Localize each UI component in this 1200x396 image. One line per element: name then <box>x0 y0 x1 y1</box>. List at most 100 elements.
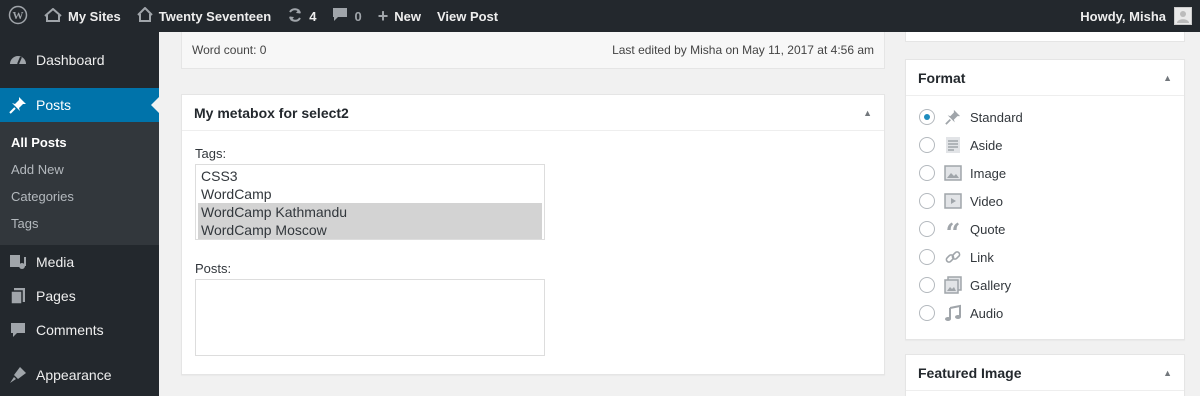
sidebar-item-label: Comments <box>36 322 104 338</box>
appearance-icon <box>0 366 36 384</box>
audio-icon <box>943 303 963 323</box>
format-option-label: Quote <box>970 221 1006 237</box>
featured-image-header[interactable]: Featured Image ▲ <box>906 355 1184 391</box>
collapse-arrow-icon[interactable]: ▲ <box>1163 368 1172 378</box>
howdy-label: Howdy, Misha <box>1080 8 1166 24</box>
svg-text:W: W <box>13 10 24 22</box>
featured-image-metabox: Featured Image ▲ <box>905 354 1185 396</box>
account-menu[interactable]: Howdy, Misha <box>1080 0 1200 32</box>
publish-box-bottom <box>905 32 1185 42</box>
format-header[interactable]: Format ▲ <box>906 60 1184 96</box>
radio-button[interactable] <box>919 193 935 209</box>
tag-option[interactable]: CSS3 <box>198 167 542 185</box>
select2-metabox: My metabox for select2 ▲ Tags: CSS3 Word… <box>181 94 885 375</box>
video-icon <box>943 191 963 211</box>
submenu-categories[interactable]: Categories <box>11 189 74 204</box>
format-option-label: Standard <box>970 109 1023 125</box>
admin-bar: W My Sites Twenty Seventeen 4 0 + New Vi… <box>0 0 1200 32</box>
radio-button[interactable] <box>919 249 935 265</box>
format-option-audio[interactable]: Audio <box>919 302 1003 324</box>
comments-count: 0 <box>354 8 362 24</box>
format-option-label: Link <box>970 249 994 265</box>
sidebar-item-label: Pages <box>36 288 76 304</box>
sidebar-item-appearance[interactable]: Appearance <box>0 358 159 392</box>
updates-button[interactable]: 4 <box>279 0 324 32</box>
format-option-image[interactable]: Image <box>919 162 1006 184</box>
comment-bubble-icon <box>332 7 348 25</box>
quote-icon: “ <box>945 218 961 249</box>
format-option-standard[interactable]: Standard <box>919 106 1023 128</box>
featured-image-title: Featured Image <box>918 364 1022 381</box>
site-name-menu[interactable]: Twenty Seventeen <box>129 0 279 32</box>
aside-icon <box>943 135 963 155</box>
updates-count: 4 <box>309 8 317 24</box>
radio-button[interactable] <box>919 305 935 321</box>
sidebar-item-label: Appearance <box>36 367 112 383</box>
updates-icon <box>287 7 303 26</box>
format-metabox: Format ▲ Standard Aside Image Video “ Qu… <box>905 59 1185 340</box>
new-content-button[interactable]: + New <box>370 0 429 32</box>
pages-icon <box>0 287 36 305</box>
sidebar-item-dashboard[interactable]: Dashboard <box>0 43 159 77</box>
gallery-icon <box>943 275 963 295</box>
view-post-link[interactable]: View Post <box>429 0 506 32</box>
format-option-aside[interactable]: Aside <box>919 134 1003 156</box>
radio-button[interactable] <box>919 221 935 237</box>
format-option-label: Video <box>970 193 1004 209</box>
pushpin-icon <box>0 96 36 114</box>
dashboard-icon <box>0 51 36 69</box>
radio-button[interactable] <box>919 137 935 153</box>
format-option-label: Gallery <box>970 277 1012 293</box>
submenu-all-posts[interactable]: All Posts <box>11 135 67 150</box>
posts-multiselect[interactable] <box>195 279 545 356</box>
tag-option-selected[interactable]: WordCamp Moscow <box>198 221 542 239</box>
link-icon <box>943 247 963 267</box>
format-option-label: Image <box>970 165 1007 181</box>
sidebar-item-posts[interactable]: Posts <box>0 88 159 122</box>
admin-sidebar: Dashboard Posts All Posts Add New Catego… <box>0 32 159 396</box>
new-label: New <box>394 8 421 24</box>
posts-label: Posts: <box>195 261 232 276</box>
tag-option-selected[interactable]: WordCamp Kathmandu <box>198 203 542 221</box>
tag-option[interactable]: WordCamp <box>198 185 542 203</box>
metabox-header[interactable]: My metabox for select2 ▲ <box>182 95 884 131</box>
format-option-gallery[interactable]: Gallery <box>919 274 1011 296</box>
sidebar-item-label: Dashboard <box>36 52 105 68</box>
site-name-label: Twenty Seventeen <box>158 8 272 24</box>
my-sites-menu[interactable]: My Sites <box>36 0 129 32</box>
tags-multiselect[interactable]: CSS3 WordCamp WordCamp Kathmandu WordCam… <box>195 164 545 240</box>
format-option-quote[interactable]: “ Quote <box>919 218 1006 249</box>
format-option-video[interactable]: Video <box>919 190 1003 212</box>
submenu-tags[interactable]: Tags <box>11 216 38 231</box>
format-option-label: Aside <box>970 137 1003 153</box>
collapse-arrow-icon[interactable]: ▲ <box>863 108 872 118</box>
image-icon <box>943 163 963 183</box>
wp-logo-button[interactable]: W <box>0 0 36 32</box>
last-edited: Last edited by Misha on May 11, 2017 at … <box>612 43 874 57</box>
sidebar-item-label: Media <box>36 254 75 270</box>
sidebar-item-label: Posts <box>36 97 72 113</box>
my-sites-label: My Sites <box>68 8 121 24</box>
submenu-add-new[interactable]: Add New <box>11 162 64 177</box>
my-sites-icon <box>44 7 62 25</box>
plus-icon: + <box>377 5 389 26</box>
sidebar-item-media[interactable]: Media <box>0 245 159 279</box>
view-post-label: View Post <box>436 8 499 24</box>
sidebar-item-pages[interactable]: Pages <box>0 279 159 313</box>
comments-button[interactable]: 0 <box>324 0 369 32</box>
format-option-link[interactable]: Link <box>919 246 994 268</box>
format-title: Format <box>918 69 966 86</box>
word-count: Word count: 0 <box>192 43 267 57</box>
media-icon <box>0 253 36 271</box>
editor-status-bar: Word count: 0 Last edited by Misha on Ma… <box>181 32 885 69</box>
posts-submenu: All Posts Add New Categories Tags <box>0 122 159 245</box>
format-option-label: Audio <box>970 305 1004 321</box>
tags-label: Tags: <box>195 146 227 161</box>
sidebar-item-comments[interactable]: Comments <box>0 313 159 347</box>
radio-button[interactable] <box>919 109 935 125</box>
radio-button[interactable] <box>919 165 935 181</box>
metabox-title: My metabox for select2 <box>194 104 349 121</box>
radio-button[interactable] <box>919 277 935 293</box>
pushpin-icon <box>943 107 963 127</box>
collapse-arrow-icon[interactable]: ▲ <box>1163 73 1172 83</box>
